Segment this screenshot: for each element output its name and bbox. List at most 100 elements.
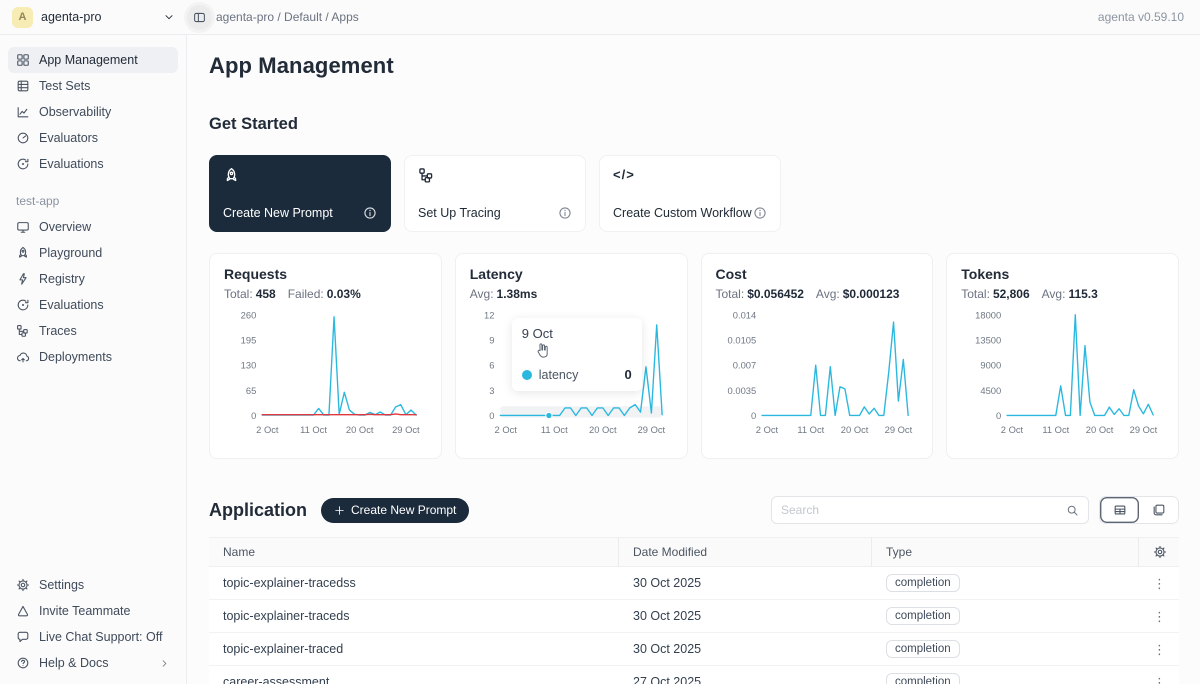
- chart-title: Latency: [470, 266, 673, 282]
- info-icon[interactable]: [753, 206, 767, 220]
- card-view-button[interactable]: [1139, 497, 1178, 523]
- metrics-cards: Requests Total:458Failed:0.03% 065130195…: [209, 253, 1179, 459]
- sidebar-item-playground[interactable]: Playground: [8, 240, 178, 266]
- chart-tooltip: 9 Oct latency 0: [512, 318, 642, 391]
- create-custom-workflow-card[interactable]: </> Create Custom Workflow: [599, 155, 781, 232]
- sidebar-item-test-sets[interactable]: Test Sets: [8, 73, 178, 99]
- svg-text:0.0105: 0.0105: [727, 335, 756, 345]
- svg-text:11 Oct: 11 Oct: [541, 425, 568, 435]
- chart-stats: Avg:1.38ms: [470, 287, 673, 301]
- svg-text:3: 3: [489, 386, 494, 396]
- chart-title: Requests: [224, 266, 427, 282]
- svg-text:29 Oct: 29 Oct: [392, 425, 420, 435]
- type-badge: completion: [886, 673, 960, 684]
- search-icon[interactable]: [1066, 504, 1079, 517]
- breadcrumb: agenta-pro / Default / Apps: [187, 5, 359, 30]
- row-menu-button[interactable]: ⋮: [1153, 577, 1166, 590]
- table-row[interactable]: topic-explainer-traced 30 Oct 2025 compl…: [209, 633, 1179, 666]
- table-tools: [771, 496, 1179, 524]
- sidebar-item-live-chat[interactable]: Live Chat Support: Off: [8, 624, 178, 650]
- sidebar-item-invite-teammate[interactable]: Invite Teammate: [8, 598, 178, 624]
- create-button-label: Create New Prompt: [351, 503, 456, 517]
- sidebar-item-label: Playground: [39, 246, 102, 260]
- sidebar-item-overview[interactable]: Overview: [8, 214, 178, 240]
- sidebar-toggle-button[interactable]: [187, 5, 212, 30]
- invite-icon: [16, 604, 30, 618]
- rocket-icon: [223, 167, 240, 184]
- chart-stat: Total:$0.056452: [716, 287, 804, 301]
- type-badge: completion: [886, 640, 960, 658]
- sidebar-item-help-docs[interactable]: Help & Docs: [8, 650, 178, 676]
- svg-text:18000: 18000: [975, 310, 1001, 320]
- table-row[interactable]: topic-explainer-traceds 30 Oct 2025 comp…: [209, 600, 1179, 633]
- application-heading: Application: [209, 500, 307, 521]
- panel-icon: [193, 11, 206, 24]
- sidebar-item-observability[interactable]: Observability: [8, 99, 178, 125]
- create-new-prompt-button[interactable]: Create New Prompt: [321, 498, 469, 523]
- sidebar-item-registry[interactable]: Registry: [8, 266, 178, 292]
- svg-text:2 Oct: 2 Oct: [494, 425, 517, 435]
- svg-text:20 Oct: 20 Oct: [346, 425, 374, 435]
- chart-stat: Failed:0.03%: [288, 287, 361, 301]
- traces-icon: [16, 324, 30, 338]
- row-menu-button[interactable]: ⋮: [1153, 676, 1166, 684]
- tokens-chart[interactable]: 04500900013500180002 Oct11 Oct20 Oct29 O…: [961, 303, 1164, 451]
- sidebar-item-evaluators[interactable]: Evaluators: [8, 125, 178, 151]
- breadcrumb-text: agenta-pro / Default / Apps: [216, 10, 359, 24]
- monitor-icon: [16, 220, 30, 234]
- card-view-icon: [1152, 503, 1166, 517]
- svg-text:0.0035: 0.0035: [727, 386, 756, 396]
- chart-stat: Avg:$0.000123: [816, 287, 900, 301]
- info-icon[interactable]: [558, 206, 572, 220]
- gear-icon[interactable]: [1153, 545, 1167, 559]
- cloud-icon: [16, 350, 30, 364]
- grid-icon: [16, 53, 30, 67]
- svg-text:65: 65: [246, 386, 256, 396]
- info-icon[interactable]: [363, 206, 377, 220]
- sidebar-item-settings[interactable]: Settings: [8, 572, 178, 598]
- series-label: latency: [539, 368, 579, 382]
- cost-chart[interactable]: 00.00350.0070.01050.0142 Oct11 Oct20 Oct…: [716, 303, 919, 451]
- create-new-prompt-card[interactable]: Create New Prompt: [209, 155, 391, 232]
- cell-name: topic-explainer-tracedss: [209, 576, 619, 590]
- card-label: Create Custom Workflow: [613, 206, 752, 220]
- svg-text:2 Oct: 2 Oct: [256, 425, 279, 435]
- sidebar-item-evaluations[interactable]: Evaluations: [8, 151, 178, 177]
- card-label: Set Up Tracing: [418, 206, 501, 220]
- column-header-name[interactable]: Name: [209, 538, 619, 566]
- table-row[interactable]: topic-explainer-tracedss 30 Oct 2025 com…: [209, 567, 1179, 600]
- sidebar-item-app-management[interactable]: App Management: [8, 47, 178, 73]
- code-icon: </>: [613, 167, 767, 182]
- evaluations-icon: [16, 157, 30, 171]
- evaluations-icon: [16, 298, 30, 312]
- svg-text:0: 0: [489, 411, 494, 421]
- table-view-button[interactable]: [1100, 497, 1139, 523]
- row-menu-button[interactable]: ⋮: [1153, 610, 1166, 623]
- set-up-tracing-card[interactable]: Set Up Tracing: [404, 155, 586, 232]
- svg-text:130: 130: [241, 361, 257, 371]
- search-input[interactable]: [781, 503, 1066, 517]
- series-value: 0: [625, 367, 632, 382]
- requests-chart-card: Requests Total:458Failed:0.03% 065130195…: [209, 253, 442, 459]
- svg-text:20 Oct: 20 Oct: [589, 425, 617, 435]
- sidebar-item-traces[interactable]: Traces: [8, 318, 178, 344]
- workspace-switcher[interactable]: A agenta-pro: [0, 7, 187, 28]
- type-badge: completion: [886, 574, 960, 592]
- column-header-type[interactable]: Type: [872, 538, 1139, 566]
- table-body: topic-explainer-tracedss 30 Oct 2025 com…: [209, 567, 1179, 684]
- svg-text:29 Oct: 29 Oct: [637, 425, 665, 435]
- table-row[interactable]: career-assessment 27 Oct 2025 completion…: [209, 666, 1179, 684]
- row-menu-button[interactable]: ⋮: [1153, 643, 1166, 656]
- cell-date-modified: 27 Oct 2025: [619, 675, 872, 684]
- gauge-icon: [16, 131, 30, 145]
- sidebar-item-evaluations-app[interactable]: Evaluations: [8, 292, 178, 318]
- svg-text:195: 195: [241, 335, 257, 345]
- cell-date-modified: 30 Oct 2025: [619, 609, 872, 623]
- search-box[interactable]: [771, 496, 1089, 524]
- sidebar-item-deployments[interactable]: Deployments: [8, 344, 178, 370]
- lightning-icon: [16, 272, 30, 286]
- requests-chart[interactable]: 0651301952602 Oct11 Oct20 Oct29 Oct: [224, 303, 427, 451]
- chart-stats: Total:$0.056452 Avg:$0.000123: [716, 287, 919, 301]
- sidebar-item-label: Registry: [39, 272, 85, 286]
- column-header-date-modified[interactable]: Date Modified: [619, 538, 872, 566]
